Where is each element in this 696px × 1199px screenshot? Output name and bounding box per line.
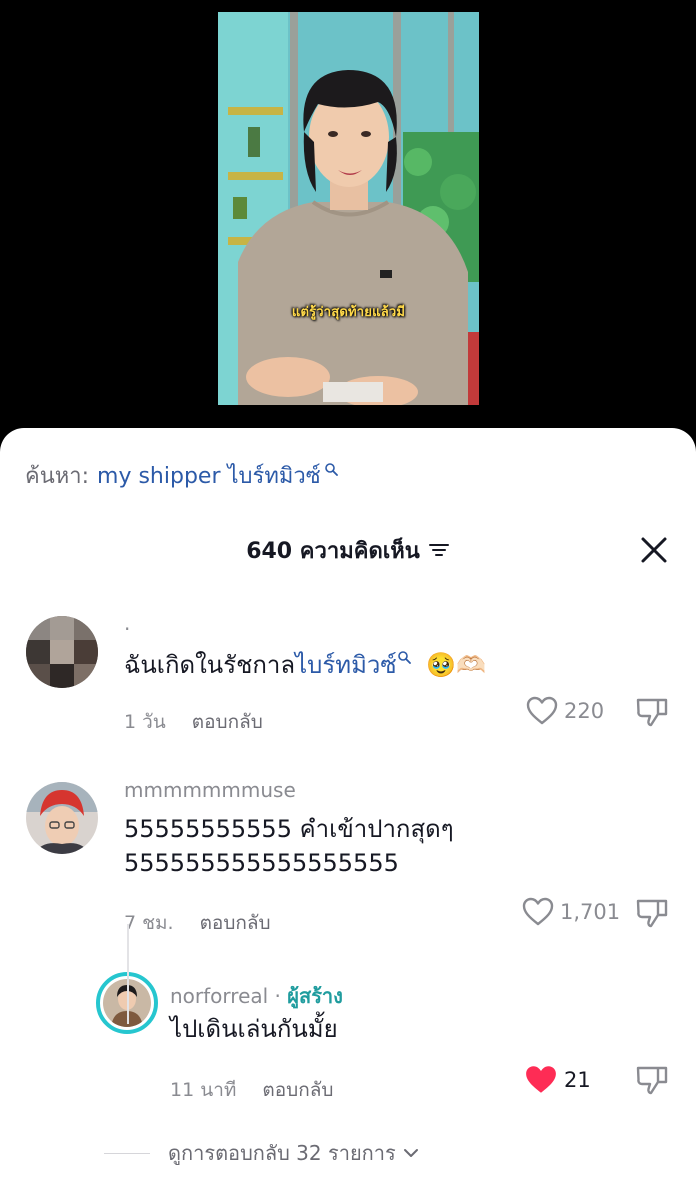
reply-meta: 11 นาที ตอบกลับ bbox=[170, 1075, 333, 1105]
filter-icon[interactable] bbox=[428, 541, 450, 559]
video-frame[interactable]: แต่รู้ว่าสุดท้ายแล้วมี bbox=[218, 12, 479, 405]
reply-button[interactable]: ตอบกลับ bbox=[192, 707, 263, 737]
comment-time: 7 ชม. bbox=[124, 912, 174, 934]
search-suggestion[interactable]: ค้นหา: my shipper ไบร์ทมิวซ์ bbox=[25, 458, 338, 493]
like-count: 1,701 bbox=[560, 900, 621, 924]
reply-text: ไปเดินเล่นกันมั้ย bbox=[170, 1015, 338, 1043]
comment-text-line-2: 555555555555555555 bbox=[124, 849, 399, 877]
search-term[interactable]: my shipper ไบร์ทมิวซ์ bbox=[97, 458, 321, 493]
thumbs-down-icon bbox=[636, 1066, 668, 1095]
divider bbox=[104, 1152, 150, 1154]
like-button[interactable]: 220 bbox=[526, 696, 604, 726]
heart-icon bbox=[526, 696, 558, 725]
comment-username[interactable]: · bbox=[124, 617, 130, 641]
like-button-liked[interactable]: 21 bbox=[524, 1064, 591, 1096]
comment-meta: 1 วัน ตอบกลับ bbox=[124, 707, 263, 737]
comment-username[interactable]: mmmmmmmuse bbox=[124, 778, 296, 802]
comment-text-highlight-link[interactable]: ไบร์ทมิวซ์ bbox=[295, 651, 397, 679]
comment-meta: 7 ชม. ตอบกลับ bbox=[124, 908, 271, 938]
dislike-button[interactable] bbox=[636, 1064, 670, 1100]
thumbs-down-icon bbox=[636, 899, 668, 928]
reply-username[interactable]: norforreal bbox=[170, 984, 268, 1008]
creator-badge: ผู้สร้าง bbox=[287, 984, 343, 1008]
dislike-button[interactable] bbox=[636, 696, 670, 732]
separator-dot: · bbox=[274, 984, 281, 1008]
video-still bbox=[218, 12, 479, 405]
view-replies-button[interactable]: ดูการตอบกลับ 32 รายการ bbox=[104, 1137, 420, 1169]
avatar[interactable] bbox=[26, 782, 98, 854]
comment-text-line-1: 55555555555 คำเข้าปากสุดๆ bbox=[124, 815, 454, 843]
dislike-button[interactable] bbox=[636, 897, 670, 933]
search-label: ค้นหา: bbox=[25, 464, 90, 489]
view-replies-label: ดูการตอบกลับ 32 รายการ bbox=[168, 1141, 396, 1165]
reply-time: 11 นาที bbox=[170, 1079, 237, 1101]
avatar[interactable] bbox=[26, 616, 98, 688]
video-caption: แต่รู้ว่าสุดท้ายแล้วมี bbox=[291, 305, 406, 320]
comment-emoji: 🥹🫶🏻 bbox=[426, 651, 487, 679]
comment-text: ฉันเกิดในรัชกาลไบร์ทมิวซ์ 🥹🫶🏻 bbox=[124, 648, 486, 682]
comment-text-prefix: ฉันเกิดในรัชกาล bbox=[124, 651, 296, 679]
comment-count-label: ความคิดเห็น bbox=[299, 538, 420, 564]
reply-button[interactable]: ตอบกลับ bbox=[262, 1075, 333, 1105]
like-button[interactable]: 1,701 bbox=[522, 897, 620, 927]
close-icon[interactable] bbox=[640, 536, 668, 564]
thread-line bbox=[127, 924, 129, 1024]
comment-count-number: 640 bbox=[246, 538, 293, 564]
heart-icon bbox=[526, 1066, 556, 1093]
reply-button[interactable]: ตอบกลับ bbox=[200, 908, 271, 938]
comment-count: 640 ความคิดเห็น bbox=[246, 533, 420, 568]
video-player[interactable]: แต่รู้ว่าสุดท้ายแล้วมี bbox=[0, 0, 696, 440]
thumbs-down-icon bbox=[636, 698, 668, 727]
chevron-down-icon bbox=[403, 1149, 418, 1157]
reply-username-row: norforreal · ผู้สร้าง bbox=[170, 980, 343, 1012]
like-count: 220 bbox=[564, 699, 605, 723]
comments-header: 640 ความคิดเห็น bbox=[0, 528, 696, 572]
comment-time: 1 วัน bbox=[124, 711, 166, 733]
search-icon bbox=[324, 462, 338, 476]
heart-icon bbox=[522, 897, 554, 926]
search-icon bbox=[397, 651, 411, 664]
like-count: 21 bbox=[564, 1068, 591, 1092]
